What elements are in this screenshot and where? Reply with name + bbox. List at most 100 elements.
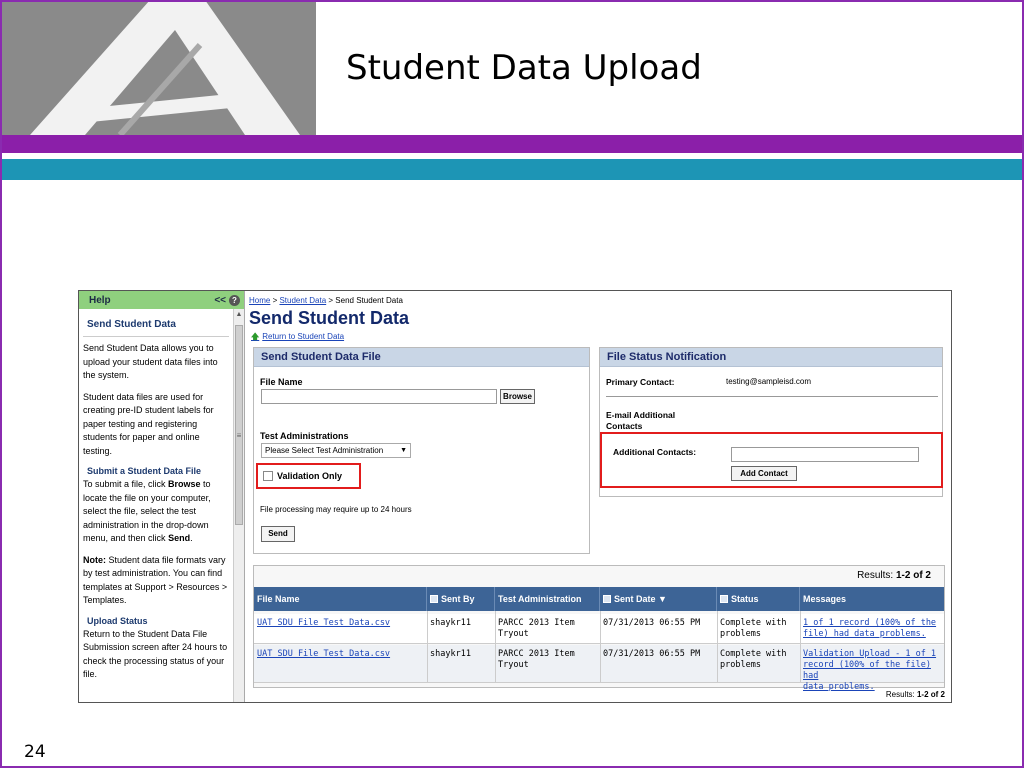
breadcrumb-separator: >	[326, 296, 336, 305]
slide-number: 24	[24, 742, 46, 762]
results-label: Results:	[857, 570, 896, 581]
cell-line: problems	[720, 629, 761, 639]
test-administration-value: Please Select Test Administration	[265, 446, 384, 455]
help-scrollbar[interactable]: ▲ ≡	[233, 309, 244, 702]
logo-letter-a-icon	[0, 0, 316, 135]
main-content: Home > Student Data > Send Student Data …	[249, 291, 951, 702]
sent-by-cell: shaykr11	[430, 618, 471, 628]
results-label: Results:	[885, 690, 917, 699]
cell-line: Tryout	[498, 629, 529, 639]
column-divider	[717, 611, 718, 683]
file-name-link[interactable]: UAT SDU File Test Data.csv	[254, 618, 390, 629]
file-status-panel-title: File Status Notification	[600, 348, 942, 367]
help-section-title: Send Student Data	[83, 309, 229, 337]
file-status-panel: File Status Notification Primary Contact…	[599, 347, 943, 497]
submissions-table: File Name Sent By Test Administration Se…	[253, 565, 945, 692]
table-header: File Name Sent By Test Administration Se…	[254, 587, 944, 611]
browse-button[interactable]: Browse	[500, 389, 535, 404]
results-value: 1-2 of 2	[916, 690, 945, 699]
help-paragraph-status: Return to the Student Data File Submissi…	[83, 628, 228, 680]
column-header-messages[interactable]: Messages	[800, 587, 944, 611]
column-header-sent-date[interactable]: Sent Date ▼	[600, 587, 717, 611]
help-panel: Help << ? Send Student Data Send Student…	[79, 291, 245, 702]
help-text: .	[190, 533, 193, 543]
help-body: Send Student Data Send Student Data allo…	[79, 309, 233, 702]
validation-only-checkbox[interactable]	[263, 471, 273, 481]
table-row: UAT SDU File Test Data.csv shaykr11 PARC…	[254, 614, 944, 644]
sent-date-cell: 07/31/2013 06:55 PM	[603, 649, 701, 659]
send-button[interactable]: Send	[261, 526, 295, 542]
help-paragraph-usage: Student data files are used for creating…	[83, 391, 214, 456]
column-header-sent-by[interactable]: Sent By	[427, 587, 495, 611]
column-header-test-administration[interactable]: Test Administration	[495, 587, 600, 611]
column-divider	[427, 611, 428, 683]
column-divider	[600, 611, 601, 683]
checkbox-icon	[603, 595, 611, 603]
teal-band	[0, 159, 1024, 180]
column-header-label: Sent By	[441, 594, 475, 604]
breadcrumb-current: Send Student Data	[335, 296, 403, 305]
scrollbar-thumb[interactable]	[235, 325, 243, 525]
email-additional-label-line2: Contacts	[606, 421, 643, 431]
table-row: UAT SDU File Test Data.csv shaykr11 PARC…	[254, 645, 944, 692]
results-count-top: Results: 1-2 of 2	[857, 570, 931, 581]
status-cell: Complete with problems	[717, 618, 787, 640]
collapse-help-button[interactable]: <<	[214, 295, 226, 306]
test-administrations-label: Test Administrations	[260, 431, 349, 441]
breadcrumb-home[interactable]: Home	[249, 296, 270, 305]
help-controls: << ?	[214, 294, 240, 306]
help-bold-send: Send	[168, 533, 191, 543]
divider	[606, 396, 938, 397]
additional-contacts-label: Additional Contacts:	[613, 447, 697, 457]
processing-note: File processing may require up to 24 hou…	[260, 505, 412, 514]
column-header-file-name[interactable]: File Name	[254, 587, 427, 611]
results-count-bottom: Results: 1-2 of 2	[886, 690, 945, 699]
results-value: 1-2 of 2	[895, 570, 931, 581]
help-subheading-status: Upload Status	[87, 615, 148, 626]
help-bold-note: Note:	[83, 554, 106, 565]
column-header-label: Sent Date	[614, 594, 656, 604]
slide-title: Student Data Upload	[346, 48, 702, 88]
purple-band	[0, 135, 1024, 153]
breadcrumb-student-data[interactable]: Student Data	[279, 296, 326, 305]
file-name-input[interactable]	[261, 389, 497, 404]
primary-contact-label: Primary Contact:	[606, 377, 675, 387]
help-header-label: Help	[89, 294, 111, 306]
scrollbar-grip-icon: ≡	[236, 431, 242, 440]
page-title: Send Student Data	[249, 308, 410, 328]
help-bold-browse: Browse	[168, 479, 201, 489]
additional-contacts-input[interactable]	[731, 447, 919, 462]
help-paragraph-submit: To submit a file, click Browse to locate…	[83, 478, 229, 546]
scroll-up-icon[interactable]: ▲	[234, 311, 244, 318]
file-name-link[interactable]: UAT SDU File Test Data.csv	[254, 649, 390, 660]
question-icon[interactable]: ?	[229, 294, 240, 306]
cell-line[interactable]: Validation Upload - 1 of 1	[803, 649, 936, 659]
dropdown-arrow-icon: ▼	[400, 447, 407, 454]
breadcrumb: Home > Student Data > Send Student Data	[249, 296, 403, 305]
validation-only-label: Validation Only	[277, 471, 343, 481]
send-file-panel-title: Send Student Data File	[254, 348, 589, 367]
return-link[interactable]: 🡅 Return to Student Data	[251, 331, 344, 345]
help-paragraph-note: Note: Student data file formats vary by …	[83, 554, 229, 608]
checkbox-icon	[430, 595, 438, 603]
add-contact-button[interactable]: Add Contact	[731, 466, 797, 481]
cell-line[interactable]: data problems.	[803, 682, 875, 692]
message-link[interactable]: Validation Upload - 1 of 1 record (100% o…	[800, 649, 944, 693]
cell-line[interactable]: record (100% of the file) had	[803, 660, 931, 681]
status-cell: Complete with problems	[717, 649, 787, 671]
cell-line: Complete with	[720, 649, 787, 659]
help-text: To submit a file, click	[83, 479, 169, 489]
help-subheading-submit: Submit a Student Data File	[87, 466, 202, 476]
column-divider	[495, 611, 496, 683]
column-header-status[interactable]: Status	[717, 587, 800, 611]
cell-line[interactable]: 1 of 1 record (100% of the	[803, 618, 936, 628]
return-link-label[interactable]: Return to Student Data	[262, 332, 344, 341]
send-file-panel: Send Student Data File File Name Browse …	[253, 347, 590, 554]
cell-line: PARCC 2013 Item	[498, 649, 575, 659]
cell-line[interactable]: file) had data problems.	[803, 629, 926, 639]
test-administration-select[interactable]: Please Select Test Administration ▼	[261, 443, 411, 458]
cell-line: Complete with	[720, 618, 787, 628]
message-link[interactable]: 1 of 1 record (100% of the file) had data…	[800, 618, 936, 640]
screenshot-frame: Help << ? Send Student Data Send Student…	[78, 290, 952, 703]
email-additional-label-line1: E-mail Additional	[606, 410, 676, 420]
